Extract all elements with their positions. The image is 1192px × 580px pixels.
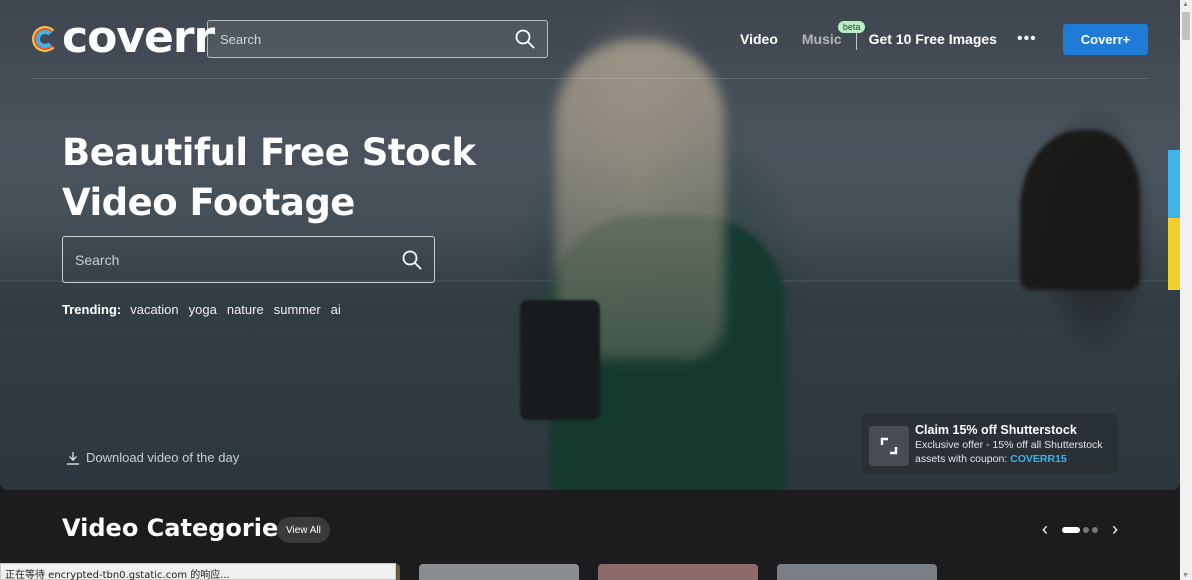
category-card[interactable] (598, 564, 758, 580)
shutterstock-logo-icon (869, 426, 909, 466)
promo-title: Claim 15% off Shutterstock (915, 423, 1077, 437)
header-divider (32, 78, 1148, 79)
nav-video[interactable]: Video (740, 31, 778, 47)
download-video-of-day[interactable]: Download video of the day (66, 450, 239, 465)
more-icon[interactable]: ••• (1017, 30, 1037, 48)
beta-badge: beta (837, 21, 866, 33)
search-icon[interactable] (515, 29, 535, 49)
promo-description: Exclusive offer - 15% off all Shuttersto… (915, 439, 1103, 465)
logo[interactable]: coverr (32, 12, 215, 63)
nav-music-label: Music (801, 31, 842, 47)
shutterstock-promo[interactable]: Claim 15% off Shutterstock Exclusive off… (861, 414, 1118, 474)
trending-tag-nature[interactable]: nature (227, 302, 264, 317)
header-search-input[interactable] (220, 31, 515, 47)
main-nav: Video Music beta Get 10 Free Images ••• (740, 21, 1065, 56)
hero-search[interactable] (62, 236, 435, 283)
nav-free-images[interactable]: Get 10 Free Images (869, 31, 997, 47)
side-accent-yellow (1168, 218, 1180, 290)
trending: Trending: vacation yoga nature summer ai (62, 302, 351, 317)
hero-headline: Beautiful Free Stock Video Footage (62, 131, 476, 224)
promo-coupon: COVERR15 (1010, 453, 1067, 465)
pager-dot-active[interactable] (1062, 526, 1080, 533)
logo-text: coverr (62, 12, 215, 63)
page-scrollbar[interactable]: ▲ ▼ (1180, 0, 1192, 580)
promo-text: Exclusive offer - 15% off all Shuttersto… (915, 438, 1110, 466)
chevron-left-icon[interactable]: ‹ (1036, 519, 1054, 540)
header-search[interactable] (207, 20, 548, 58)
trending-label: Trending: (62, 302, 122, 317)
hero-banner: coverr Video Music beta Get 10 Free Imag… (0, 0, 1180, 490)
pager-dot[interactable] (1083, 526, 1089, 533)
categories-title: Video Categories (62, 514, 293, 542)
coverr-plus-button[interactable]: Coverr+ (1063, 24, 1148, 55)
trending-tag-vacation[interactable]: vacation (130, 302, 178, 317)
scrollbar-thumb[interactable] (1182, 12, 1190, 40)
download-label: Download video of the day (86, 450, 240, 465)
chevron-right-icon[interactable]: › (1106, 519, 1124, 540)
search-icon[interactable] (402, 250, 422, 270)
pager-dot[interactable] (1092, 526, 1098, 533)
trending-tag-ai[interactable]: ai (331, 302, 341, 317)
category-card[interactable] (419, 564, 579, 580)
download-icon (67, 451, 79, 465)
carousel-controls: ‹ › (1036, 519, 1124, 540)
scroll-up-icon[interactable]: ▲ (1182, 1, 1189, 8)
browser-status-bar: 正在等待 encrypted-tbn0.gstatic.com 的响应... (0, 563, 396, 580)
trending-tag-summer[interactable]: summer (274, 302, 321, 317)
nav-music[interactable]: Music beta (801, 21, 866, 47)
category-card[interactable] (777, 564, 937, 580)
scroll-down-icon[interactable]: ▼ (1182, 572, 1189, 579)
view-all-button[interactable]: View All (277, 517, 330, 543)
side-accent-blue (1168, 150, 1180, 218)
hero-search-input[interactable] (75, 251, 402, 268)
trending-tag-yoga[interactable]: yoga (189, 302, 217, 317)
carousel-pager (1062, 526, 1098, 533)
logo-mark-icon (32, 24, 60, 52)
